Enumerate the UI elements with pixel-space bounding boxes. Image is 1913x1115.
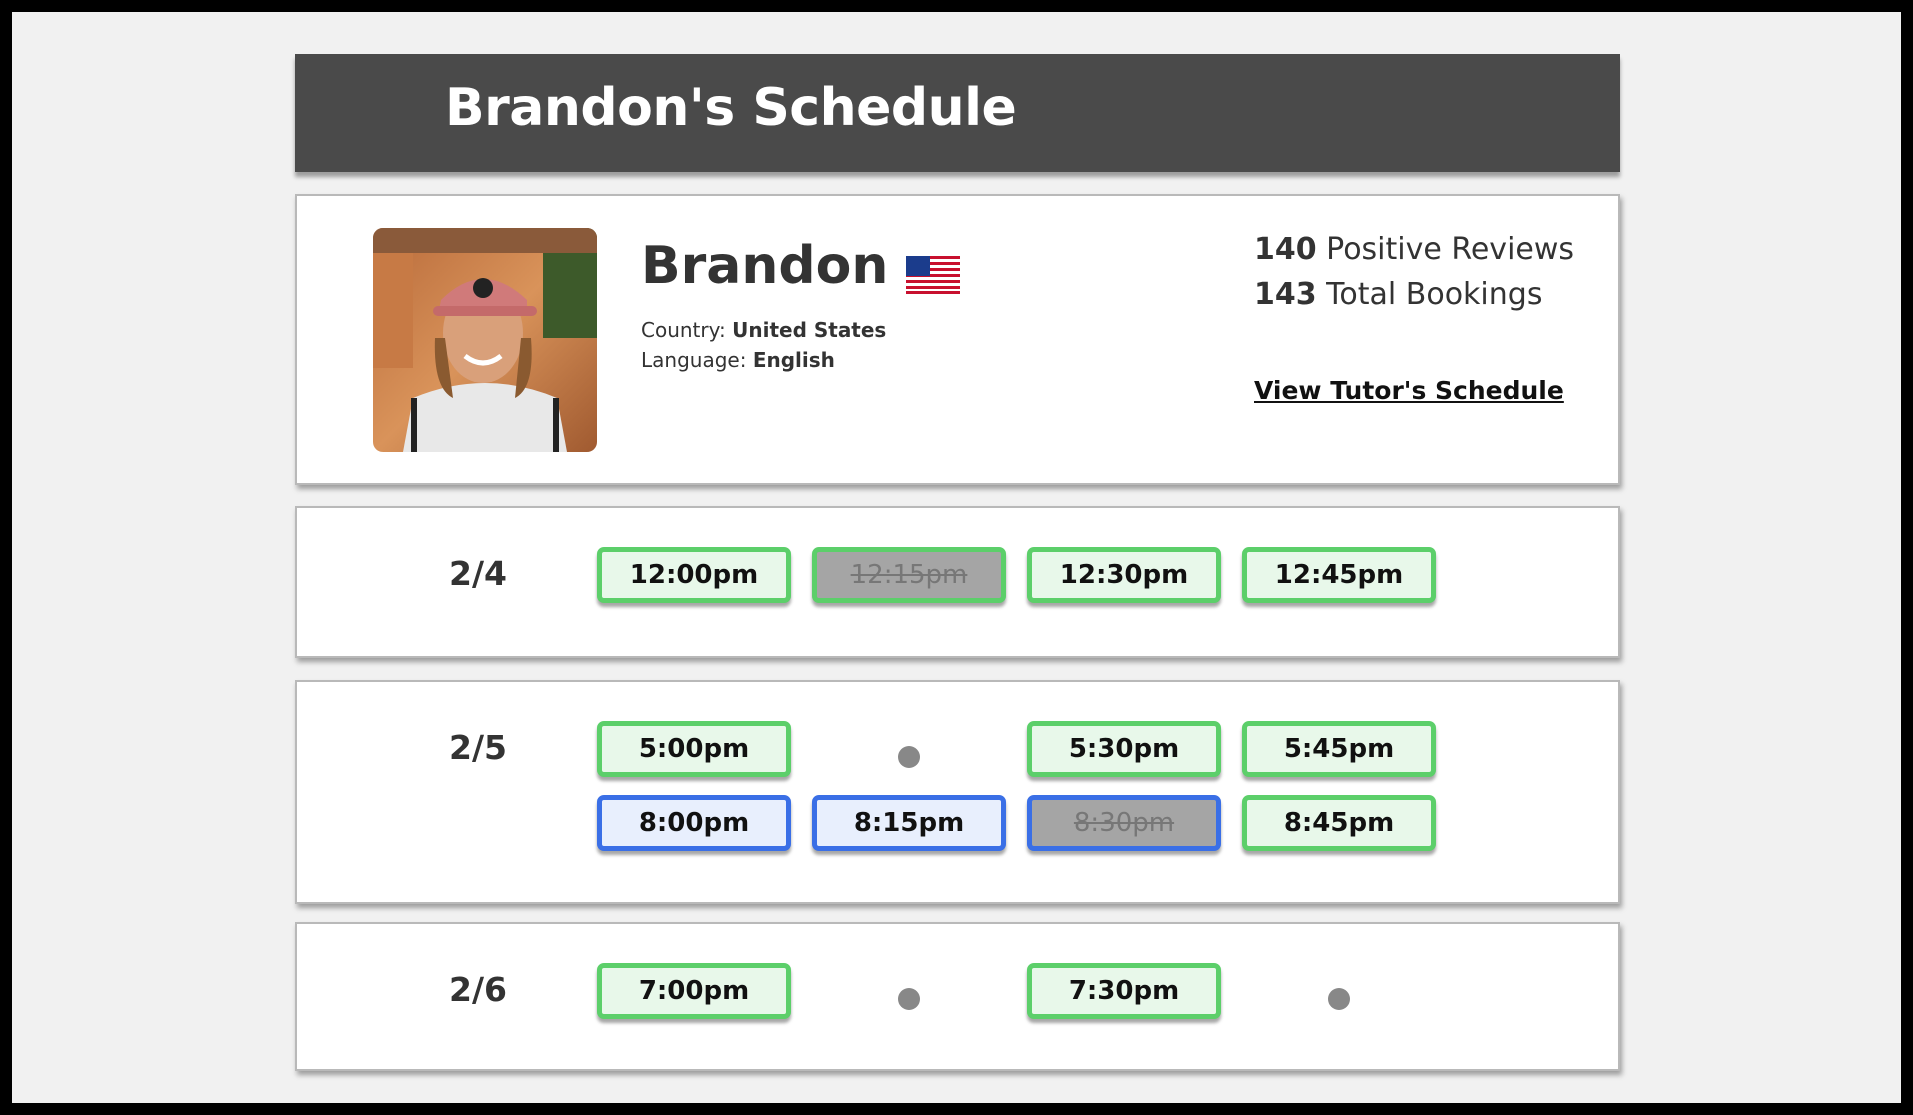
day-date: 2/4 <box>449 554 507 593</box>
day-date: 2/6 <box>449 970 507 1009</box>
tutor-name-row: Brandon <box>641 236 961 296</box>
time-slot-button[interactable]: 7:00pm <box>597 963 791 1019</box>
total-bookings-stat: 143 Total Bookings <box>1254 277 1542 312</box>
page-header: Brandon's Schedule <box>295 54 1620 172</box>
tutor-name: Brandon <box>641 236 889 296</box>
language-value: English <box>752 348 835 372</box>
country-line: Country: United States <box>641 318 886 342</box>
day-card: 2/5 5:00pm 5:30pm 5:45pm 8:00pm 8:15pm 8:30pm 8… <box>295 680 1620 904</box>
time-slot-button[interactable]: 8:45pm <box>1242 795 1436 851</box>
day-date: 2/5 <box>449 728 507 767</box>
positive-reviews-label: Positive Reviews <box>1326 232 1575 267</box>
time-slot-button[interactable]: 5:45pm <box>1242 721 1436 777</box>
avatar-photo <box>373 228 597 452</box>
time-slot-button[interactable]: 12:00pm <box>597 547 791 603</box>
day-card: 2/6 7:00pm 7:30pm <box>295 922 1620 1071</box>
language-line: Language: English <box>641 348 835 372</box>
country-value: United States <box>732 318 887 342</box>
total-bookings-label: Total Bookings <box>1326 277 1543 312</box>
time-slot-button[interactable]: 8:00pm <box>597 795 791 851</box>
page-title: Brandon's Schedule <box>445 78 1017 138</box>
view-tutor-schedule-link[interactable]: View Tutor's Schedule <box>1254 376 1564 405</box>
tutor-profile-card: Brandon Country: United States Language:… <box>295 194 1620 485</box>
avatar <box>373 228 597 452</box>
time-slot-button[interactable]: 8:15pm <box>812 795 1006 851</box>
time-slot-button[interactable]: 12:30pm <box>1027 547 1221 603</box>
page-frame: Brandon's Schedule Brandon Country: Unit… <box>12 12 1901 1103</box>
dot-icon <box>898 746 920 768</box>
time-slot-button[interactable]: 7:30pm <box>1027 963 1221 1019</box>
dot-icon <box>1328 988 1350 1010</box>
dot-icon <box>898 988 920 1010</box>
us-flag-icon <box>906 247 961 294</box>
day-card: 2/4 12:00pm 12:15pm 12:30pm 12:45pm <box>295 506 1620 658</box>
time-slot-button[interactable]: 5:30pm <box>1027 721 1221 777</box>
language-label: Language: <box>641 348 747 372</box>
time-slot-booked: 8:30pm <box>1027 795 1221 851</box>
country-label: Country: <box>641 318 726 342</box>
positive-reviews-stat: 140 Positive Reviews <box>1254 232 1574 267</box>
positive-reviews-count: 140 <box>1254 232 1317 267</box>
time-slot-button[interactable]: 12:45pm <box>1242 547 1436 603</box>
time-slot-button[interactable]: 5:00pm <box>597 721 791 777</box>
time-slot-booked: 12:15pm <box>812 547 1006 603</box>
total-bookings-count: 143 <box>1254 277 1317 312</box>
